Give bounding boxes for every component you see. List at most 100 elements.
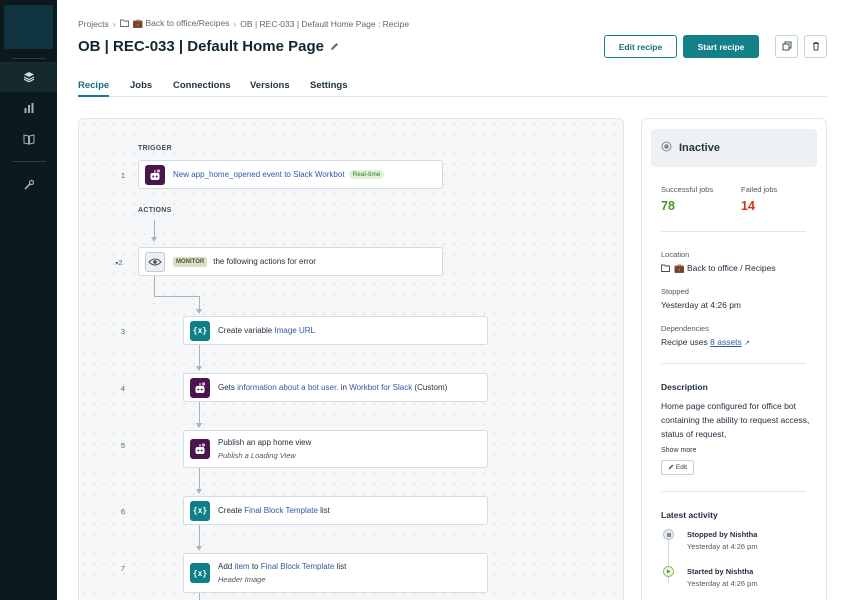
step-subtitle: Publish a Loading View [218, 451, 296, 460]
tab-versions[interactable]: Versions [250, 80, 290, 91]
description-text: Home page configured for office bot cont… [661, 401, 810, 439]
arrow-icon [196, 423, 202, 428]
layers-icon [23, 71, 35, 83]
step-subtitle: Header Image [218, 575, 266, 584]
connector [199, 593, 200, 600]
start-recipe-button[interactable]: Start recipe [683, 35, 759, 58]
step-add-list-item[interactable]: {x} Add item to Final Block Template lis… [183, 553, 488, 593]
divider [661, 491, 806, 492]
step-number: ▾2 [115, 258, 123, 267]
recipe-title: OB | REC-033 | Default Home Page [78, 38, 324, 55]
play-icon [663, 566, 674, 577]
folder-icon [661, 264, 670, 274]
step-number: 7 [120, 564, 126, 573]
tab-recipe[interactable]: Recipe [78, 80, 110, 97]
connector [199, 296, 200, 310]
recipe-info-panel: Inactive Successful jobs 78 Failed jobs … [641, 118, 827, 600]
activity-time: Yesterday at 4:26 pm [687, 542, 758, 551]
edit-recipe-button[interactable]: Edit recipe [604, 35, 677, 58]
breadcrumb: Projects › 💼 Back to office/Recipes › OB… [78, 18, 409, 29]
step-text: Gets information about a bot user. in Wo… [218, 383, 448, 392]
bar-chart-icon [23, 102, 35, 114]
tab-settings[interactable]: Settings [310, 80, 347, 91]
slack-bot-icon [145, 164, 165, 185]
stopped-label: Stopped [661, 287, 689, 296]
step-text: Publish an app home view Publish a Loadin… [218, 438, 312, 460]
rail-divider [12, 161, 46, 162]
status-text: Inactive [679, 142, 720, 154]
variable-icon: {x} [190, 563, 210, 583]
connector [154, 276, 155, 296]
edit-description-button[interactable]: Edit [661, 460, 694, 475]
arrow-icon [196, 366, 202, 371]
left-rail [0, 0, 57, 600]
step-get-bot-info[interactable]: Gets information about a bot user. in Wo… [183, 373, 488, 402]
activity-title: Stopped by Nishtha [687, 530, 758, 539]
failed-jobs-count[interactable]: 14 [741, 199, 755, 213]
successful-jobs-count[interactable]: 78 [661, 199, 675, 213]
wrench-icon [23, 179, 35, 191]
delete-button[interactable] [804, 35, 827, 58]
rail-item-projects[interactable] [0, 62, 57, 92]
assets-link[interactable]: 8 assets [710, 337, 742, 347]
external-link-icon: ↗ [744, 340, 751, 347]
trigger-label: TRIGGER [138, 145, 172, 152]
actions-label: ACTIONS [138, 207, 172, 214]
book-icon [23, 133, 35, 145]
slack-bot-icon [190, 439, 210, 459]
variable-icon: {x} [190, 320, 210, 341]
step-monitor[interactable]: MONITOR the following actions for error [138, 247, 443, 276]
step-trigger[interactable]: New app_home_opened event to Slack Workb… [138, 160, 443, 189]
location-label: Location [661, 250, 690, 259]
step-text: Add item to Final Block Template list Hea… [218, 562, 347, 584]
successful-jobs-label: Successful jobs [661, 185, 714, 194]
dependencies-value: Recipe uses 8 assets ↗ [661, 337, 751, 347]
connector [199, 525, 200, 547]
connector [199, 402, 200, 424]
failed-jobs-label: Failed jobs [741, 185, 778, 194]
duplicate-button[interactable] [775, 35, 798, 58]
activity-time: Yesterday at 4:26 pm [687, 579, 758, 588]
breadcrumb-folder[interactable]: 💼 Back to office/Recipes [133, 18, 230, 29]
latest-activity-heading: Latest activity [661, 510, 718, 520]
rail-item-docs[interactable] [0, 124, 57, 154]
step-number: 3 [120, 327, 126, 336]
tab-jobs[interactable]: Jobs [130, 80, 152, 91]
divider [661, 231, 806, 232]
step-create-variable[interactable]: {x} Create variable Image URL [183, 316, 488, 345]
rail-item-dashboard[interactable] [0, 93, 57, 123]
monitor-eye-icon [145, 251, 165, 272]
connector [199, 345, 200, 367]
breadcrumb-current: OB | REC-033 | Default Home Page : Recip… [240, 18, 410, 29]
arrow-icon [196, 546, 202, 551]
recipe-canvas[interactable]: TRIGGER 1 New app_home_opened event to S… [78, 118, 624, 600]
app-logo[interactable] [4, 5, 53, 49]
dependencies-label: Dependencies [661, 324, 709, 333]
status-box: Inactive [651, 129, 817, 167]
step-text: Create variable Image URL [218, 326, 315, 335]
tab-connections[interactable]: Connections [173, 80, 231, 91]
step-text: the following actions for error [213, 257, 316, 266]
step-text: New app_home_opened event to Slack Workb… [173, 170, 345, 179]
pencil-icon[interactable] [330, 38, 339, 55]
breadcrumb-projects[interactable]: Projects [78, 19, 109, 29]
step-number: 1 [120, 171, 126, 180]
connector [154, 296, 199, 297]
copy-icon [782, 41, 792, 53]
divider [661, 363, 806, 364]
step-create-list[interactable]: {x} Create Final Block Template list [183, 496, 488, 525]
pencil-icon [668, 464, 674, 472]
slack-bot-icon [190, 377, 210, 398]
tab-bar: Recipe Jobs Connections Versions Setting… [78, 78, 827, 97]
step-number: 4 [120, 384, 126, 393]
monitor-tag: MONITOR [173, 256, 208, 267]
arrow-icon [196, 489, 202, 494]
location-value[interactable]: 💼 Back to office / Recipes [661, 263, 776, 274]
page-title: OB | REC-033 | Default Home Page [78, 38, 339, 55]
step-publish-home-view[interactable]: Publish an app home view Publish a Loadin… [183, 430, 488, 468]
step-text: Create Final Block Template list [218, 506, 330, 515]
rail-item-tools[interactable] [0, 170, 57, 200]
variable-icon: {x} [190, 500, 210, 521]
show-more-link[interactable]: Show more [661, 447, 696, 454]
activity-title: Started by Nishtha [687, 567, 754, 576]
